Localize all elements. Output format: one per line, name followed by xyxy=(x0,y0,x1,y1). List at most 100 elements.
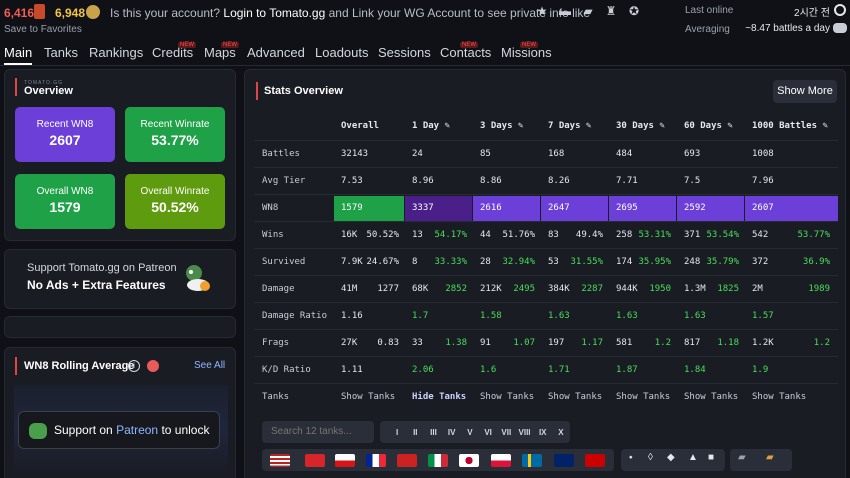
show-more-button[interactable]: Show More xyxy=(773,80,837,103)
last-online-label: Last online xyxy=(685,5,734,16)
section-accent xyxy=(15,357,17,375)
tank-search-input[interactable] xyxy=(262,421,374,443)
poland-flag-icon[interactable] xyxy=(491,454,511,467)
save-to-favorites-link[interactable]: Save to Favorites xyxy=(4,24,82,35)
clock-icon xyxy=(834,4,846,16)
medium-tank-icon[interactable]: ◆ xyxy=(667,452,675,463)
overall-winrate-tile: Overall Winrate 50.52% xyxy=(125,174,225,229)
gamepad-icon xyxy=(833,23,847,33)
tank-icon: ▬ xyxy=(559,4,571,18)
gold-count: 6,416 xyxy=(4,6,35,20)
main-nav: Main Tanks Rankings Credits NEW Maps NEW… xyxy=(0,40,850,66)
table-header: Overall 1 Day ✎ 3 Days ✎ 7 Days ✎ 30 Day… xyxy=(254,113,838,140)
tier-button[interactable]: VII xyxy=(497,428,515,437)
new-badge: NEW xyxy=(221,42,239,48)
table-row: Damage 41M 1277 68K 2852 212K 2495 384K … xyxy=(254,275,838,302)
tier-button[interactable]: VIII xyxy=(515,428,533,437)
table-row: Survived 7.9K 24.67% 8 33.33% 28 32.94% … xyxy=(254,248,838,275)
tomato-mascot-icon xyxy=(186,265,210,291)
new-badge: NEW xyxy=(520,42,538,48)
czech-flag-icon[interactable] xyxy=(335,454,355,467)
tier-button[interactable]: VI xyxy=(479,428,497,437)
show-tanks-button[interactable]: Show Tanks xyxy=(684,384,738,411)
table-row: Damage Ratio 1.16 1.7 1.58 1.63 1.63 1.6… xyxy=(254,302,838,329)
averaging-label: Averaging xyxy=(685,24,730,35)
tier-button[interactable]: X xyxy=(552,428,570,437)
col-overall: Overall xyxy=(341,121,379,131)
tab-rankings[interactable]: Rankings xyxy=(89,45,143,60)
show-tanks-button[interactable]: Show Tanks xyxy=(752,384,806,411)
last-online-value: 2시간 전 xyxy=(794,8,830,19)
col-7-days[interactable]: 7 Days ✎ xyxy=(548,113,591,140)
col-1-day[interactable]: 1 Day ✎ xyxy=(412,113,450,140)
show-tanks-button[interactable]: Show Tanks xyxy=(616,384,670,411)
recent-winrate-tile: Recent Winrate 53.77% xyxy=(125,107,225,162)
see-all-link[interactable]: See All xyxy=(194,360,225,371)
credits-count: 6,948 xyxy=(55,6,86,20)
usa-flag-icon[interactable] xyxy=(270,454,290,467)
china-flag-icon[interactable] xyxy=(305,454,325,467)
show-tanks-button[interactable]: Show Tanks xyxy=(480,384,534,411)
unlock-text: Support on Patreon to unlock xyxy=(54,423,210,437)
table-row: Battles 32143 24 85 168 484 693 1008 xyxy=(254,140,838,167)
italy-flag-icon[interactable] xyxy=(428,454,448,467)
heavy-tank-icon[interactable]: ▲ xyxy=(688,452,698,463)
light-tank-icon[interactable]: ◊ xyxy=(648,452,653,463)
table-row-wn8: WN8 1579 3337 2616 2647 2695 2592 2607 xyxy=(254,194,838,222)
login-link[interactable]: Login to Tomato.gg xyxy=(223,6,325,20)
account-message: Is this your account? Login to Tomato.gg… xyxy=(110,6,591,20)
tank-destroyer-icon[interactable]: ■ xyxy=(708,452,714,463)
col-1000-battles[interactable]: 1000 Battles ✎ xyxy=(752,113,828,140)
empty-panel xyxy=(4,316,236,338)
col-3-days[interactable]: 3 Days ✎ xyxy=(480,113,523,140)
recent-wn8-tile: Recent WN8 2607 xyxy=(15,107,115,162)
show-tanks-button[interactable]: Show Tanks xyxy=(548,384,602,411)
table-row: Frags 27K 0.83 33 1.38 91 1.07 197 1.17 … xyxy=(254,329,838,356)
tier-button[interactable]: IV xyxy=(443,428,461,437)
tab-advanced[interactable]: Advanced xyxy=(247,45,305,60)
col-30-days[interactable]: 30 Days ✎ xyxy=(616,113,665,140)
hide-tanks-button[interactable]: Hide Tanks xyxy=(412,384,466,411)
averaging-value: ~8.47 battles a day xyxy=(745,23,830,34)
overall-wn8-tile: Overall WN8 1579 xyxy=(15,174,115,229)
table-row: Avg Tier 7.53 8.96 8.86 8.26 7.71 7.5 7.… xyxy=(254,167,838,194)
germany-flag-icon[interactable] xyxy=(397,454,417,467)
rolling-title: WN8 Rolling Average xyxy=(24,360,135,372)
class-filter: ⬩ ◊ ◆ ▲ ■ xyxy=(621,449,725,471)
section-accent xyxy=(256,82,258,100)
regular-tank-icon[interactable]: ▰ xyxy=(738,452,746,463)
nation-filter xyxy=(262,449,614,471)
table-row: Wins 16K 50.52% 13 54.17% 44 51.76% 83 4… xyxy=(254,221,838,248)
tab-main[interactable]: Main xyxy=(4,45,33,65)
overview-title: Overview xyxy=(24,85,73,97)
crew-icon: ♜ xyxy=(605,4,617,18)
tier-button[interactable]: V xyxy=(461,428,479,437)
tier-button[interactable]: II xyxy=(406,428,424,437)
tier-button[interactable]: III xyxy=(424,428,442,437)
info-icon[interactable]: i xyxy=(128,360,140,372)
credits-icon xyxy=(86,5,100,19)
patreon-line2: No Ads + Extra Features xyxy=(27,278,166,292)
japan-flag-icon[interactable] xyxy=(459,454,479,467)
patreon-icon xyxy=(147,360,159,372)
table-row: Tanks Show Tanks Hide Tanks Show Tanks S… xyxy=(254,383,838,410)
tomato-icon xyxy=(29,423,47,439)
tier-button[interactable]: I xyxy=(388,428,406,437)
premium-tank-icon[interactable]: ▰ xyxy=(766,452,774,463)
sweden-flag-icon[interactable] xyxy=(522,454,542,467)
top-bar: 6,416 6,948 Save to Favorites Is this yo… xyxy=(0,0,850,40)
tier-button[interactable]: IX xyxy=(534,428,552,437)
spg-icon[interactable]: ⬩ xyxy=(629,452,633,463)
tab-tanks[interactable]: Tanks xyxy=(44,45,78,60)
france-flag-icon[interactable] xyxy=(366,454,386,467)
ussr-flag-icon[interactable] xyxy=(585,454,605,467)
star-icon: ★ xyxy=(536,4,548,18)
col-60-days[interactable]: 60 Days ✎ xyxy=(684,113,733,140)
new-badge: NEW xyxy=(460,42,478,48)
uk-flag-icon[interactable] xyxy=(554,454,574,467)
tab-sessions[interactable]: Sessions xyxy=(378,45,431,60)
show-tanks-button[interactable]: Show Tanks xyxy=(341,384,395,411)
tab-loadouts[interactable]: Loadouts xyxy=(315,45,369,60)
medal-icon: ✪ xyxy=(628,4,640,18)
section-accent xyxy=(15,78,17,96)
